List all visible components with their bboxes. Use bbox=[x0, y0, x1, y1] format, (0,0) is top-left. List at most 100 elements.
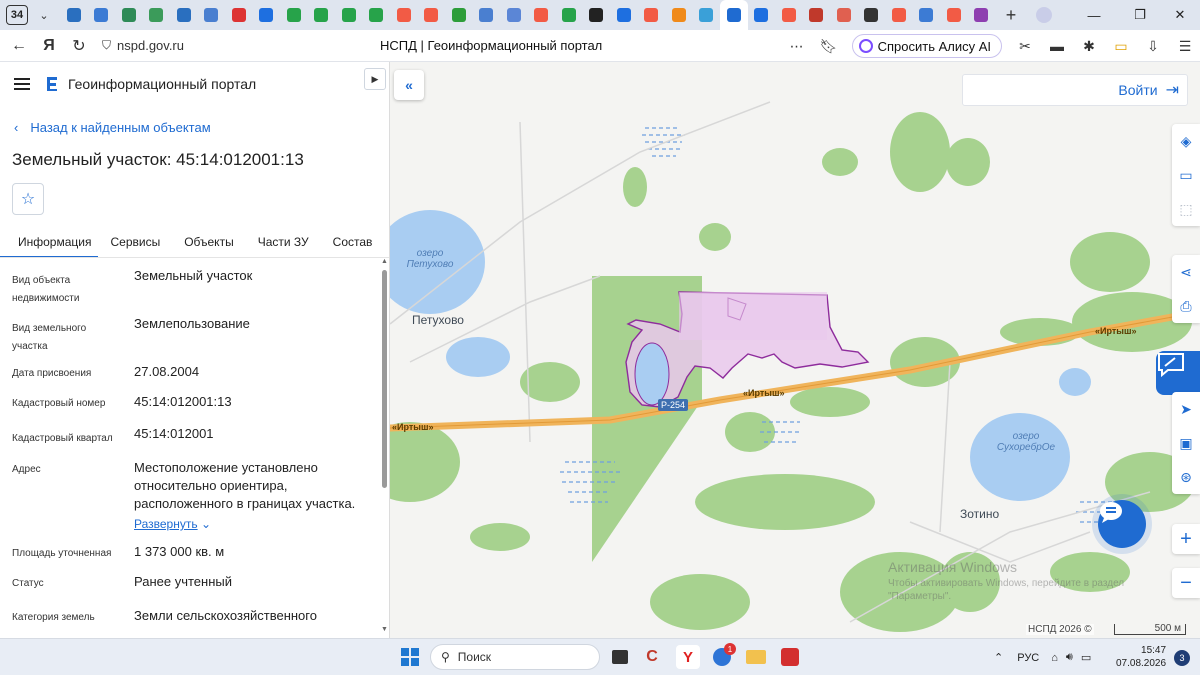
browser-tab[interactable] bbox=[748, 0, 776, 30]
battery-icon[interactable]: ▭ bbox=[1106, 31, 1136, 61]
tab-list-chevron-icon[interactable]: ⌄ bbox=[34, 5, 54, 25]
more-dots-icon[interactable]: ⋯ bbox=[782, 31, 812, 61]
yandex-logo-icon[interactable]: Я bbox=[34, 31, 64, 61]
browser-tab[interactable] bbox=[913, 0, 941, 30]
browser-tab[interactable] bbox=[363, 0, 391, 30]
browser-tab[interactable] bbox=[720, 0, 748, 30]
panel-scrollbar[interactable]: ▲ ▼ bbox=[380, 258, 389, 638]
print-icon[interactable]: ⎙ bbox=[1172, 289, 1200, 323]
windows-start-icon[interactable] bbox=[398, 645, 422, 669]
browser-tab[interactable] bbox=[885, 0, 913, 30]
tabs-next-button[interactable]: ▶ bbox=[364, 68, 386, 90]
ccleaner-icon[interactable]: C bbox=[640, 645, 664, 669]
browser-tab[interactable] bbox=[665, 0, 693, 30]
browser-tab[interactable] bbox=[500, 0, 528, 30]
notification-badge[interactable]: 3 bbox=[1174, 650, 1190, 666]
reload-icon[interactable]: ↻ bbox=[64, 31, 94, 61]
downloads-icon[interactable]: ⇩ bbox=[1138, 31, 1168, 61]
browser-tab[interactable] bbox=[610, 0, 638, 30]
tab-4[interactable]: Состав bbox=[321, 228, 385, 258]
volume-icon[interactable]: 🔊︎ bbox=[1066, 651, 1073, 664]
tray-chevron-up-icon[interactable]: ⌃ bbox=[994, 651, 1003, 664]
browser-menu-icon[interactable]: ☰ bbox=[1170, 31, 1200, 61]
task-view-icon[interactable] bbox=[608, 645, 632, 669]
browser-tab[interactable] bbox=[445, 0, 473, 30]
panel-view-icon[interactable]: ▣ bbox=[1172, 426, 1200, 460]
language-indicator[interactable]: РУС bbox=[1017, 652, 1039, 664]
browser-tab[interactable] bbox=[693, 0, 721, 30]
scroll-down-icon[interactable]: ▼ bbox=[381, 626, 388, 633]
extension-k-icon[interactable]: ✂ bbox=[1010, 31, 1040, 61]
close-icon[interactable]: ✕ bbox=[1160, 0, 1200, 30]
browser-tab[interactable] bbox=[803, 0, 831, 30]
browser-tab[interactable] bbox=[555, 0, 583, 30]
bookmark-icon[interactable]: 🔖︎ bbox=[814, 31, 844, 61]
browser-tab[interactable] bbox=[280, 0, 308, 30]
browser-tab[interactable] bbox=[473, 0, 501, 30]
ask-alice-button[interactable]: Спросить Алису AI bbox=[851, 34, 1002, 58]
tab-3[interactable]: Части ЗУ bbox=[246, 228, 321, 258]
browser-tab[interactable] bbox=[418, 0, 446, 30]
acrobat-icon[interactable] bbox=[778, 645, 802, 669]
browser-tab[interactable] bbox=[143, 0, 171, 30]
browser-tab[interactable] bbox=[583, 0, 611, 30]
scroll-up-icon[interactable]: ▲ bbox=[381, 258, 388, 265]
back-to-results-link[interactable]: ‹ Назад к найденным объектам bbox=[14, 120, 211, 135]
battery-tray-icon[interactable]: ▭ bbox=[1081, 651, 1091, 664]
profile-avatar[interactable] bbox=[1024, 0, 1064, 30]
taskbar-clock[interactable]: 15:47 07.08.2026 bbox=[1116, 644, 1166, 670]
extensions-puzzle-icon[interactable]: ✱ bbox=[1074, 31, 1104, 61]
browser-tab[interactable] bbox=[253, 0, 281, 30]
browser-tab[interactable] bbox=[638, 0, 666, 30]
login-button[interactable]: Войти ⇥ bbox=[962, 74, 1188, 106]
browser-tab[interactable] bbox=[170, 0, 198, 30]
browser-tab[interactable] bbox=[60, 0, 88, 30]
restore-icon[interactable]: ❐ bbox=[1120, 0, 1160, 30]
menu-hamburger-icon[interactable] bbox=[14, 78, 30, 90]
browser-tab[interactable] bbox=[115, 0, 143, 30]
browser-tab[interactable] bbox=[830, 0, 858, 30]
url-field[interactable]: ⛉ nspd.gov.ru bbox=[102, 38, 184, 53]
new-tab-plus-icon[interactable]: + bbox=[999, 3, 1023, 27]
taskbar-search[interactable]: ⚲ Поиск bbox=[430, 644, 600, 670]
chat-assistant-button[interactable] bbox=[1098, 500, 1146, 548]
site-info-icon[interactable]: ⛉ bbox=[102, 38, 111, 53]
browser-tab[interactable] bbox=[198, 0, 226, 30]
minimize-icon[interactable]: — bbox=[1074, 0, 1114, 30]
ruler-icon[interactable]: ▭ bbox=[1172, 158, 1200, 192]
browser-tab[interactable] bbox=[858, 0, 886, 30]
browser-tab[interactable] bbox=[308, 0, 336, 30]
zoom-in-button[interactable]: + bbox=[1172, 524, 1200, 554]
network-icon[interactable]: ⌂ bbox=[1051, 652, 1058, 664]
portal-logo[interactable]: Геоинформационный портал bbox=[44, 75, 256, 93]
browser-tab[interactable] bbox=[88, 0, 116, 30]
location-search-icon[interactable]: ⊛ bbox=[1172, 460, 1200, 494]
share-icon[interactable]: ⋖ bbox=[1172, 255, 1200, 289]
extension-box-icon[interactable]: ▬ bbox=[1042, 31, 1072, 61]
geolocation-arrow-icon[interactable]: ➤ bbox=[1172, 392, 1200, 426]
yandex-browser-icon[interactable]: Y bbox=[676, 645, 700, 669]
tab-0[interactable]: Информация bbox=[0, 228, 99, 258]
collapse-panel-button[interactable]: « bbox=[394, 70, 424, 100]
tab-2[interactable]: Объекты bbox=[172, 228, 246, 258]
map-area[interactable]: Петухово Зотино озеро Петухово озеро Сух… bbox=[390, 62, 1200, 638]
back-arrow-icon[interactable]: ← bbox=[4, 31, 34, 61]
browser-tab[interactable] bbox=[225, 0, 253, 30]
layers-icon[interactable]: ◈ bbox=[1172, 124, 1200, 158]
browser-tab[interactable] bbox=[940, 0, 968, 30]
browser-tab[interactable] bbox=[775, 0, 803, 30]
browser-tab[interactable] bbox=[528, 0, 556, 30]
browser-tab[interactable] bbox=[968, 0, 996, 30]
tab-1[interactable]: Сервисы bbox=[98, 228, 172, 258]
feedback-button[interactable] bbox=[1156, 351, 1200, 395]
scrollbar-thumb[interactable] bbox=[382, 270, 387, 488]
favorite-star-button[interactable]: ☆ bbox=[12, 183, 44, 215]
thunderbird-icon[interactable]: 1 bbox=[710, 643, 736, 669]
file-explorer-icon[interactable] bbox=[744, 645, 768, 669]
browser-tab[interactable] bbox=[335, 0, 363, 30]
browser-tab[interactable] bbox=[390, 0, 418, 30]
map-canvas[interactable] bbox=[390, 62, 1200, 638]
select-area-icon[interactable]: ⬚ bbox=[1172, 192, 1200, 226]
tab-count-button[interactable]: 34 bbox=[6, 5, 28, 25]
expand-link[interactable]: Развернуть ⌄ bbox=[134, 515, 211, 533]
